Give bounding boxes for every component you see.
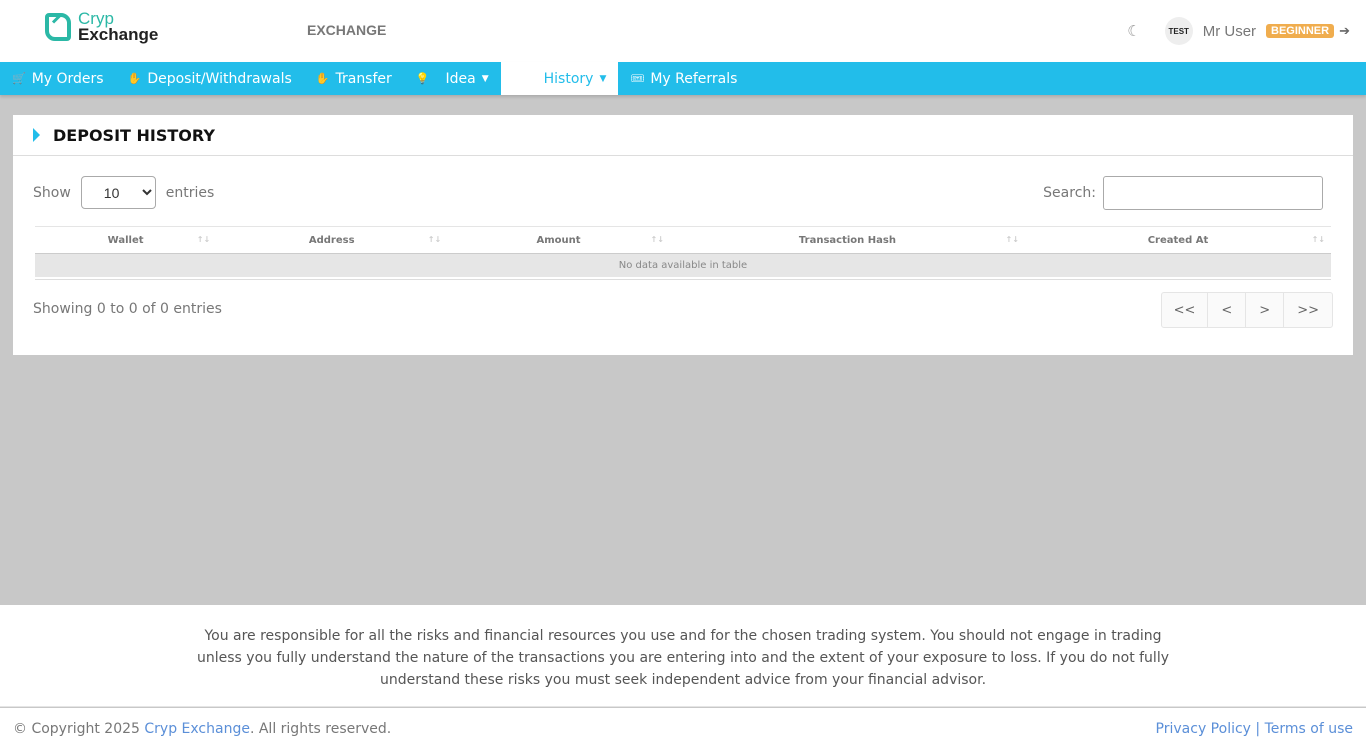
card-title: DEPOSIT HISTORY [53,125,215,145]
nav-deposit-withdrawals[interactable]: ✋ Deposit/Withdrawals [116,62,304,95]
nav-transfer[interactable]: ✋ Transfer [304,62,404,95]
section-title[interactable]: EXCHANGE [307,22,386,38]
money-icon: ✋ [127,72,142,85]
lightbulb-icon: 💡 [415,72,430,85]
nav-label: My Orders [31,70,104,87]
sort-icon: ↑↓ [1311,234,1325,244]
logo-icon [45,13,71,41]
first-page-button[interactable]: << [1162,293,1208,327]
level-badge: BEGINNER [1266,24,1335,38]
table-info: Showing 0 to 0 of 0 entries [33,301,222,317]
column-label: Transaction Hash [798,234,896,246]
show-label: Show [33,184,71,201]
table-row: No data available in table [35,253,1331,279]
brand-link[interactable]: Cryp Exchange [144,721,250,737]
column-header-address[interactable]: Address ↑↓ [216,226,448,254]
search-label: Search: [1043,185,1096,201]
sort-icon: ↑↓ [1005,234,1019,244]
search-input[interactable] [1103,176,1323,210]
column-label: Wallet [107,234,144,246]
nav-history[interactable]: History ▼ [500,62,619,95]
prev-page-button[interactable]: < [1207,293,1245,327]
logo[interactable]: Cryp Exchange [45,10,159,44]
copyright-suffix: . All rights reserved. [249,721,392,737]
sort-icon: ↑↓ [196,234,211,244]
column-header-amount[interactable]: Amount ↑↓ [447,226,670,254]
nav-label: My Referrals [650,70,738,87]
empty-message: No data available in table [35,253,1331,279]
user-name[interactable]: Mr User [1203,23,1256,40]
footer: © Copyright 2025 Cryp Exchange. All righ… [0,708,1366,750]
last-page-button[interactable]: >> [1283,293,1332,327]
separator: | [1250,721,1265,737]
caret-down-icon: ▼ [481,73,489,84]
avatar[interactable]: TEST [1164,17,1193,45]
nav-idea[interactable]: 💡 Idea ▼ [404,62,501,95]
nav-label: Idea [445,70,476,87]
money-icon: ✋ [315,72,330,85]
terms-link[interactable]: Terms of use [1265,721,1353,737]
logo-line2: Exchange [78,25,159,44]
logout-icon[interactable]: ➔ [1339,23,1350,39]
next-page-button[interactable]: > [1245,293,1283,327]
nav-label: Deposit/Withdrawals [147,70,292,87]
column-label: Address [308,234,355,246]
sort-icon: ↑↓ [650,234,664,244]
deposit-table: Wallet ↑↓ Address ↑↓ Amount ↑↓ Transaction … [35,226,1331,279]
cart-icon: 🛒 [12,72,26,85]
pagination: << < > >> [1160,292,1333,328]
main-nav: 🛒 My Orders ✋ Deposit/Withdrawals ✋ Transfe… [0,62,1366,95]
caret-down-icon: ▼ [599,73,607,84]
nav-label: History [543,70,594,87]
entries-label: entries [165,184,215,201]
nav-label: Transfer [335,70,392,87]
column-label: Created At [1147,234,1209,246]
privacy-policy-link[interactable]: Privacy Policy [1156,721,1251,737]
column-header-created-at[interactable]: Created At ↑↓ [1024,226,1331,254]
risk-disclaimer: You are responsible for all the risks an… [0,605,1366,707]
nav-my-orders[interactable]: 🛒 My Orders [0,62,116,95]
ticket-icon: 🎟 [630,72,645,85]
column-header-wallet[interactable]: Wallet ↑↓ [35,226,217,254]
header: Cryp Exchange EXCHANGE ☾ TEST Mr User BEG… [0,0,1366,62]
deposit-history-card: DEPOSIT HISTORY Show 10 entries Search: … [13,115,1353,355]
nav-my-referrals[interactable]: 🎟 My Referrals [618,62,749,95]
caret-right-icon [33,128,40,142]
dark-mode-moon-icon[interactable]: ☾ [1127,22,1140,40]
sort-icon: ↑↓ [427,234,442,244]
copyright-prefix: © Copyright 2025 [13,721,145,737]
column-label: Amount [536,234,581,246]
column-header-transaction-hash[interactable]: Transaction Hash ↑↓ [669,226,1025,254]
page-size-select[interactable]: 10 [80,176,156,209]
